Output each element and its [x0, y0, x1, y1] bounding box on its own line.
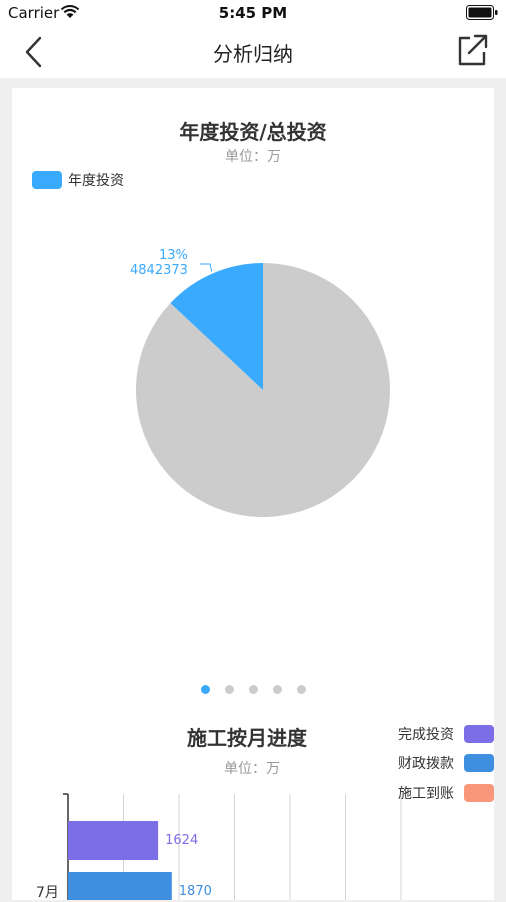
bar-value-label-fiscal: 1870 [178, 884, 212, 899]
analysis-card: 年度投资/总投资 单位：万 年度投资 13% 4842373 施工按月进度 单位… [12, 88, 494, 901]
navigation-bar: 分析归纳 [0, 26, 506, 78]
bar-completed-investment [68, 821, 159, 860]
bar-value-label-completed: 1624 [165, 832, 199, 848]
bar-fiscal-allocation [68, 872, 172, 900]
page-title: 分析归纳 [213, 42, 293, 66]
status-time: 5:45 PM [218, 4, 288, 22]
share-button[interactable] [454, 32, 490, 68]
status-bar: Carrier 5:45 PM [0, 0, 506, 26]
bar-category-label: 7月 [36, 885, 59, 901]
battery-icon [466, 5, 498, 24]
share-icon [458, 34, 488, 66]
bar-chart [63, 793, 402, 900]
